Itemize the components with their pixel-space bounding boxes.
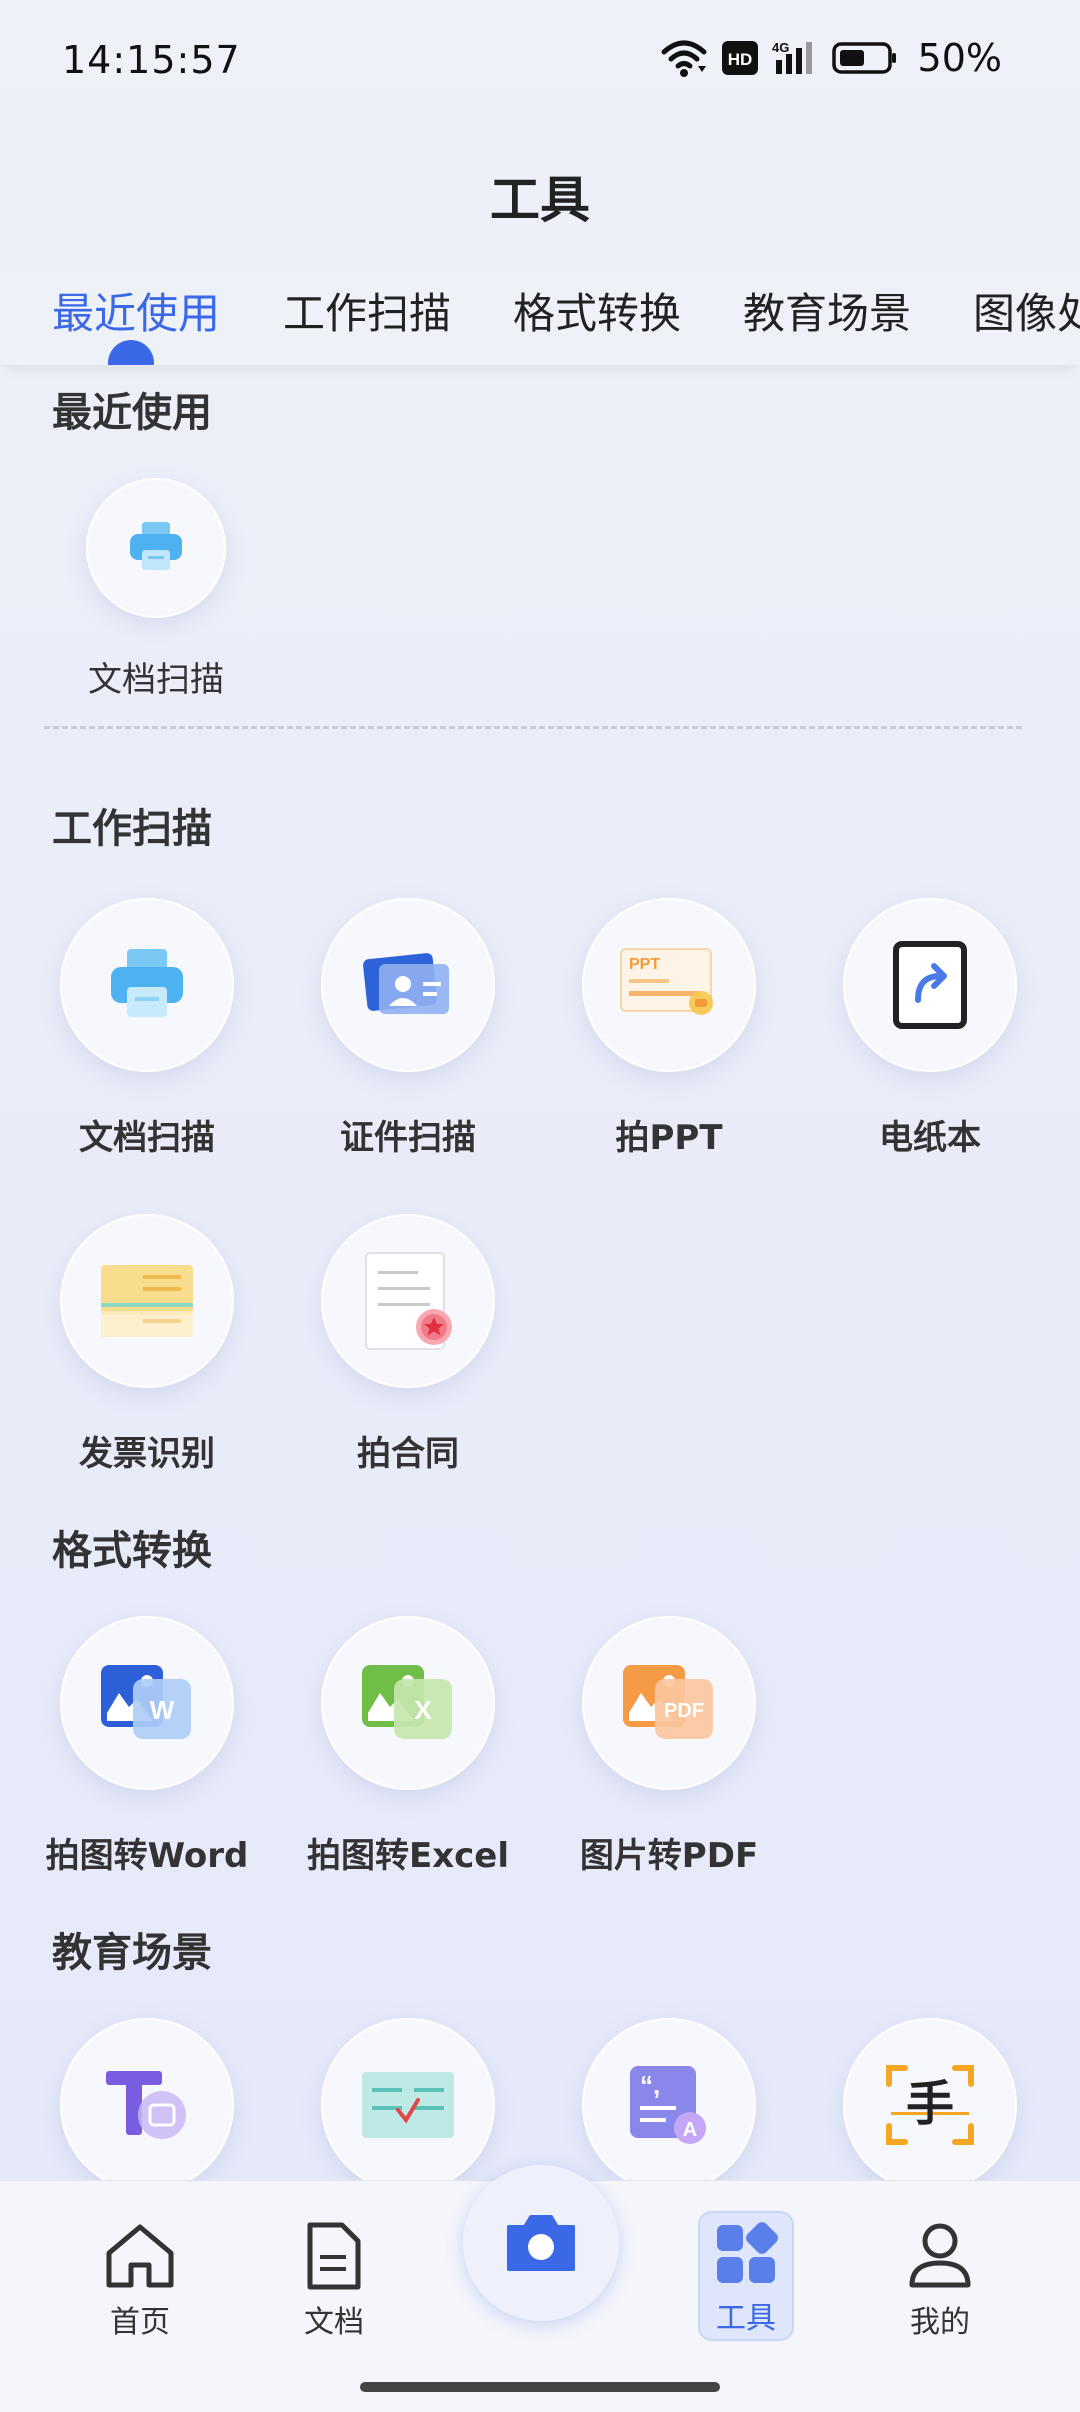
tool-label: 文档扫描 bbox=[79, 1118, 215, 1158]
tool-recent-doc-scan[interactable]: 文档扫描 bbox=[41, 478, 271, 701]
svg-text:4G: 4G bbox=[772, 40, 789, 55]
camera-icon bbox=[507, 2215, 575, 2271]
status-time: 14:15:57 bbox=[62, 38, 241, 82]
svg-text:“,: “, bbox=[640, 2070, 660, 2100]
tool-photo-to-word[interactable]: W 拍图转Word bbox=[32, 1616, 262, 1877]
tool-handwriting[interactable]: 手 bbox=[815, 2018, 1045, 2192]
home-indicator[interactable] bbox=[360, 2382, 720, 2392]
tool-label: 拍图转Excel bbox=[306, 1836, 510, 1876]
printer-icon bbox=[130, 522, 182, 570]
page-title: 工具 bbox=[490, 171, 590, 229]
id-card-icon bbox=[363, 953, 449, 1014]
tool-quote-text[interactable]: “, A bbox=[554, 2018, 784, 2192]
tab-image-process[interactable]: 图像处 bbox=[973, 280, 1080, 341]
tool-photo-to-excel[interactable]: X 拍图转Excel bbox=[293, 1616, 523, 1877]
tab-work-scan[interactable]: 工作扫描 bbox=[283, 280, 451, 341]
tool-label: 图片转PDF bbox=[579, 1836, 759, 1876]
tab-format-convert[interactable]: 格式转换 bbox=[513, 280, 681, 341]
tablet-icon bbox=[893, 941, 967, 1029]
tool-invoice[interactable]: 发票识别 bbox=[32, 1214, 262, 1475]
tool-e-paper[interactable]: 电纸本 bbox=[815, 898, 1045, 1159]
nav-home[interactable]: 首页 bbox=[70, 2221, 210, 2341]
nav-label: 首页 bbox=[110, 2305, 170, 2340]
category-tabs: 最近使用 工作扫描 格式转换 教育场景 图像处 bbox=[0, 270, 1080, 366]
tool-grading[interactable] bbox=[293, 2018, 523, 2192]
home-icon bbox=[106, 2224, 174, 2288]
pdf-icon: PDF bbox=[623, 1665, 713, 1739]
status-icons: HD 4G 50% bbox=[660, 36, 1002, 80]
section-title-education: 教育场景 bbox=[52, 1930, 212, 1976]
tool-ppt-scan[interactable]: PPT 拍PPT bbox=[554, 898, 784, 1159]
section-title-format-convert: 格式转换 bbox=[52, 1528, 212, 1574]
ppt-icon: PPT bbox=[620, 948, 713, 1015]
tool-doc-scan[interactable]: 文档扫描 bbox=[32, 898, 262, 1159]
document-icon bbox=[307, 2222, 361, 2290]
nav-label: 工具 bbox=[716, 2301, 776, 2336]
tool-image-to-pdf[interactable]: PDF 图片转PDF bbox=[554, 1616, 784, 1877]
battery-icon bbox=[831, 42, 896, 74]
tool-label: 电纸本 bbox=[879, 1118, 981, 1158]
tool-label: 发票识别 bbox=[79, 1434, 215, 1474]
nav-profile[interactable]: 我的 bbox=[870, 2221, 1010, 2341]
tab-recent[interactable]: 最近使用 bbox=[52, 280, 220, 341]
camera-button[interactable] bbox=[463, 2165, 619, 2321]
section-title-work-scan: 工作扫描 bbox=[52, 806, 212, 852]
excel-icon: X bbox=[362, 1665, 452, 1739]
nav-label: 文档 bbox=[304, 2305, 364, 2340]
battery-percent: 50% bbox=[917, 36, 1002, 80]
tool-label: 拍PPT bbox=[615, 1118, 723, 1158]
svg-text:PPT: PPT bbox=[629, 956, 660, 973]
svg-text:A: A bbox=[683, 2119, 697, 2141]
tab-education[interactable]: 教育场景 bbox=[743, 280, 911, 341]
user-icon bbox=[909, 2223, 971, 2288]
contract-icon bbox=[365, 1252, 452, 1350]
tool-contract[interactable]: 拍合同 bbox=[293, 1214, 523, 1475]
svg-text:PDF: PDF bbox=[664, 1700, 704, 1722]
tool-label: 文档扫描 bbox=[88, 660, 224, 700]
nav-label: 我的 bbox=[910, 2305, 970, 2340]
nav-tools[interactable]: 工具 bbox=[676, 2221, 816, 2337]
tool-label: 证件扫描 bbox=[340, 1118, 476, 1158]
svg-text:W: W bbox=[150, 1695, 175, 1725]
tool-label: 拍图转Word bbox=[45, 1836, 249, 1876]
hd-badge-icon: HD bbox=[721, 41, 758, 75]
section-divider bbox=[44, 726, 1022, 729]
tools-icon bbox=[717, 2222, 778, 2283]
svg-text:HD: HD bbox=[727, 50, 752, 69]
tool-text-recognition[interactable] bbox=[32, 2018, 262, 2192]
svg-text:手: 手 bbox=[906, 2076, 954, 2132]
nav-documents[interactable]: 文档 bbox=[264, 2221, 404, 2341]
status-bar: 14:15:57 HD 4G 50% bbox=[0, 0, 1080, 120]
tool-label: 拍合同 bbox=[357, 1434, 459, 1474]
printer-icon bbox=[111, 949, 183, 1017]
word-icon: W bbox=[101, 1665, 191, 1739]
grading-icon bbox=[362, 2072, 454, 2138]
handwriting-icon: 手 bbox=[886, 2065, 974, 2145]
invoice-icon bbox=[101, 1265, 193, 1337]
quote-text-icon: “, A bbox=[630, 2066, 706, 2144]
text-recognition-icon bbox=[106, 2071, 186, 2139]
cellular-signal-icon: 4G bbox=[772, 40, 812, 74]
tool-id-scan[interactable]: 证件扫描 bbox=[293, 898, 523, 1159]
svg-text:X: X bbox=[414, 1695, 432, 1725]
tab-indicator bbox=[108, 340, 154, 365]
section-title-recent: 最近使用 bbox=[52, 390, 212, 436]
wifi-icon bbox=[661, 40, 707, 77]
